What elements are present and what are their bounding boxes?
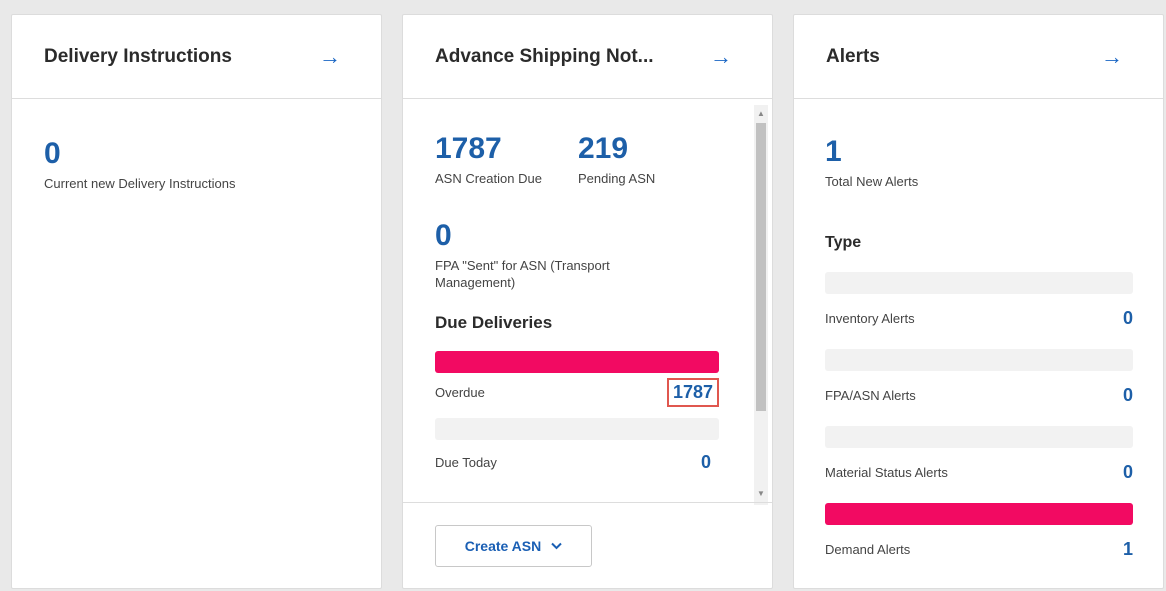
alert-label: Inventory Alerts [825,311,915,326]
delivery-count-label: Current new Delivery Instructions [44,176,236,191]
total-alerts-count[interactable]: 1 [825,137,1133,167]
alert-bar [825,272,1133,294]
card-title: Delivery Instructions [44,45,232,67]
alert-value[interactable]: 0 [1123,462,1133,483]
alert-bar [825,349,1133,371]
due-today-bar [435,418,719,440]
overdue-value[interactable]: 1787 [666,378,719,407]
alert-value[interactable]: 1 [1123,539,1133,560]
arrow-right-icon[interactable]: → [319,45,341,68]
scrollbar-thumb[interactable] [756,123,766,411]
alerts-card: Alerts → 1 Total New Alerts Type Invento… [793,14,1164,589]
scroll-up-icon[interactable]: ▲ [754,107,768,121]
alert-bar [825,503,1133,525]
asn-scroll-area[interactable]: 1787 ASN Creation Due 219 Pending ASN 0 … [403,100,772,503]
due-deliveries-title: Due Deliveries [435,313,553,332]
arrow-right-icon[interactable]: → [710,45,732,68]
overdue-bar [435,351,719,373]
overdue-label: Overdue [435,385,485,400]
total-alerts-label: Total New Alerts [825,174,919,189]
pending-asn-count[interactable]: 219 [578,134,655,164]
card-header: Delivery Instructions → [12,15,381,99]
chevron-down-icon [551,542,562,550]
alert-bar [825,426,1133,448]
due-today-value[interactable]: 0 [701,452,711,473]
alert-item-inventory[interactable]: Inventory Alerts 0 [825,272,1133,329]
delivery-count[interactable]: 0 [44,139,349,169]
create-asn-label: Create ASN [464,538,542,554]
alert-item-material-status[interactable]: Material Status Alerts 0 [825,426,1133,483]
type-title: Type [825,234,862,251]
create-asn-button[interactable]: Create ASN [435,525,592,567]
delivery-instructions-card: Delivery Instructions → 0 Current new De… [11,14,382,589]
card-title: Alerts [826,45,880,67]
alert-item-demand[interactable]: Demand Alerts 1 [825,503,1133,560]
fpa-sent-count[interactable]: 0 [435,221,719,251]
due-today-label: Due Today [435,455,497,470]
alert-label: Material Status Alerts [825,465,948,480]
alert-label: FPA/ASN Alerts [825,388,916,403]
card-header: Alerts → [794,15,1163,99]
card-title: Advance Shipping Not... [435,45,654,67]
scrollbar[interactable]: ▲ ▼ [754,105,768,505]
alert-item-fpa-asn[interactable]: FPA/ASN Alerts 0 [825,349,1133,406]
asn-card: Advance Shipping Not... → 1787 ASN Creat… [402,14,773,589]
alert-value[interactable]: 0 [1123,385,1133,406]
asn-creation-due-label: ASN Creation Due [435,171,542,186]
scroll-down-icon[interactable]: ▼ [754,487,768,501]
fpa-sent-label: FPA "Sent" for ASN (Transport Management… [435,258,610,290]
asn-creation-due-count[interactable]: 1787 [435,134,542,164]
pending-asn-label: Pending ASN [577,171,656,186]
arrow-right-icon[interactable]: → [1101,45,1123,68]
alert-value[interactable]: 0 [1123,308,1133,329]
card-header: Advance Shipping Not... → [403,15,772,99]
alert-label: Demand Alerts [825,542,911,557]
